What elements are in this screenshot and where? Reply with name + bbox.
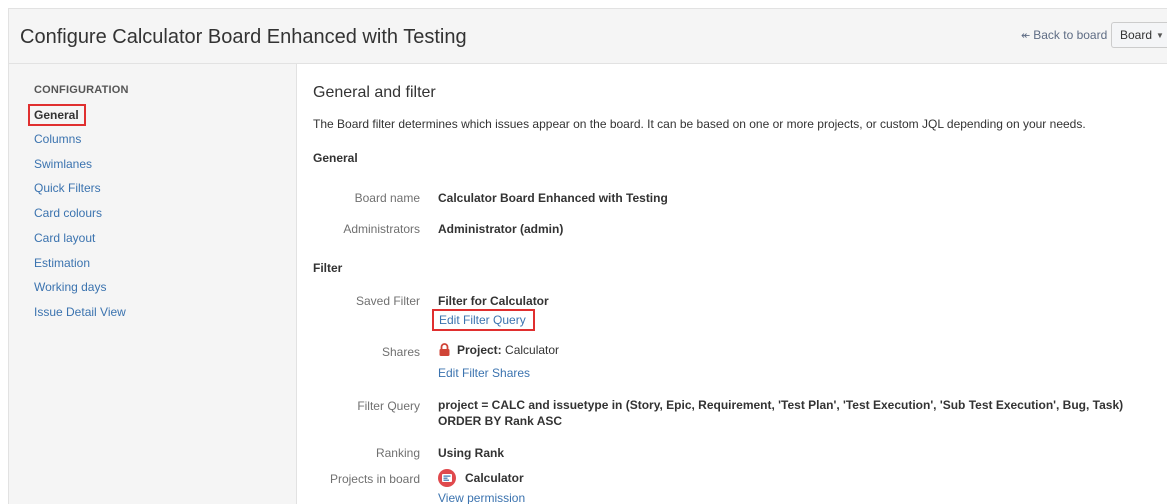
administrators-value: Administrator (admin) (438, 222, 564, 236)
back-to-board-link[interactable]: ↞ Back to board (1021, 28, 1107, 42)
filter-heading: Filter (313, 261, 343, 275)
configuration-sidebar: CONFIGURATION General Columns Swimlanes … (8, 64, 297, 504)
board-name-label: Board name (354, 191, 420, 205)
filter-query-label: Filter Query (357, 399, 420, 413)
section-description: The Board filter determines which issues… (313, 117, 1086, 131)
general-heading: General (313, 151, 358, 165)
ranking-value: Using Rank (438, 446, 505, 460)
sidebar-item-estimation[interactable]: Estimation (34, 256, 90, 270)
sidebar-item-swimlanes[interactable]: Swimlanes (34, 157, 92, 171)
view-permission-link[interactable]: View permission (438, 491, 525, 504)
projects-in-board-label: Projects in board (329, 472, 420, 486)
sidebar-item-columns[interactable]: Columns (34, 132, 81, 146)
section-title: General and filter (313, 84, 436, 101)
edit-filter-query-link[interactable]: Edit Filter Query (432, 309, 535, 331)
shares-value: Project: Calculator (438, 342, 560, 357)
ranking-label: Ranking (375, 446, 420, 460)
shares-label: Shares (381, 345, 420, 359)
sidebar-item-general[interactable]: General (28, 104, 86, 126)
project-name[interactable]: Calculator (465, 471, 524, 485)
caret-down-icon: ▼ (1156, 30, 1164, 40)
sidebar-item-working-days[interactable]: Working days (34, 280, 106, 294)
sidebar-heading: CONFIGURATION (34, 84, 129, 96)
sidebar-item-quick-filters[interactable]: Quick Filters (34, 181, 101, 195)
shares-project: Calculator (505, 343, 560, 357)
sidebar-item-issue-detail-view[interactable]: Issue Detail View (34, 305, 126, 319)
edit-filter-shares-link[interactable]: Edit Filter Shares (438, 366, 530, 380)
saved-filter-label: Saved Filter (355, 294, 420, 308)
saved-filter-value: Filter for Calculator (438, 294, 549, 308)
lock-icon (439, 342, 450, 356)
project-avatar-icon (438, 469, 456, 487)
main-content: General and filter The Board filter dete… (313, 64, 1167, 504)
page-header: Configure Calculator Board Enhanced with… (8, 8, 1167, 64)
shares-prefix: Project: (457, 343, 502, 357)
board-button-label: Board (1120, 28, 1153, 42)
projects-in-board-value: Calculator (438, 469, 524, 487)
sidebar-item-card-colours[interactable]: Card colours (34, 206, 102, 220)
back-arrow-icon: ↞ (1021, 29, 1031, 42)
filter-query-value: project = CALC and issuetype in (Story, … (438, 398, 1124, 428)
sidebar-item-card-layout[interactable]: Card layout (34, 231, 95, 245)
board-dropdown-button[interactable]: Board ▼ (1111, 22, 1167, 48)
administrators-label: Administrators (343, 222, 420, 236)
board-name-value: Calculator Board Enhanced with Testing (438, 191, 668, 205)
back-to-board-label: Back to board (1033, 28, 1108, 42)
page-title: Configure Calculator Board Enhanced with… (20, 26, 467, 48)
